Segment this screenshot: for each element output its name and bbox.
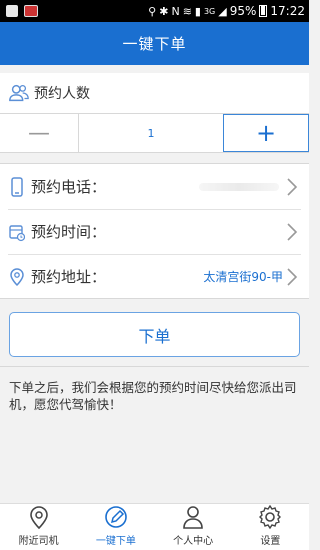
phone-icon — [11, 176, 23, 197]
location-pin-icon — [10, 267, 24, 286]
edit-icon — [105, 506, 127, 528]
booking-form: 预约电话： 预约时间： 预约地址： 太清宫街90-甲 — [0, 163, 309, 299]
address-row[interactable]: 预约地址： 太清宫街90-甲 — [0, 254, 309, 299]
app-header: 一键下单 — [0, 22, 309, 65]
status-bar-right: ⚲ ✱ N ≋ ▮ 3G ◢ 95% 17:22 — [148, 4, 309, 18]
battery-icon — [259, 5, 268, 17]
address-label: 预约地址： — [31, 268, 107, 286]
nfc-icon: N — [171, 4, 180, 18]
tab-label: 附近司机 — [18, 536, 59, 547]
tab-label: 一键下单 — [95, 536, 136, 547]
passenger-counter: — 1 + — [0, 113, 309, 153]
address-value: 太清宫街90-甲 — [203, 270, 283, 284]
app-icon — [24, 5, 38, 17]
gear-icon — [259, 504, 282, 530]
phone-value-redacted — [199, 182, 279, 191]
people-icon — [9, 84, 29, 102]
passenger-count: 1 — [147, 126, 155, 140]
location-pin-icon — [29, 506, 48, 530]
passengers-section-header: 预约人数 — [0, 73, 309, 113]
increment-button[interactable]: + — [223, 114, 309, 152]
tab-settings[interactable]: 设置 — [232, 504, 309, 550]
chevron-right-icon — [287, 177, 298, 196]
order-note: 下单之后，我们会根据您的预约时间尽快给您派出司机，愿您代驾愉快！ — [0, 366, 309, 413]
chevron-right-icon — [287, 222, 298, 241]
calendar-icon — [9, 224, 25, 241]
battery-percent: 95% — [229, 4, 257, 18]
chevron-right-icon — [287, 267, 298, 286]
battery-level — [261, 5, 266, 15]
time-row[interactable]: 预约时间： — [0, 209, 309, 254]
tab-nearby-drivers[interactable]: 附近司机 — [0, 504, 77, 550]
wifi-icon: ≋ — [182, 4, 192, 18]
tab-one-click-order[interactable]: 一键下单 — [77, 504, 154, 550]
bluetooth-icon: ✱ — [159, 4, 169, 18]
phone-row[interactable]: 预约电话： — [0, 164, 309, 209]
status-bar-left — [0, 5, 38, 17]
status-bar: ⚲ ✱ N ≋ ▮ 3G ◢ 95% 17:22 — [0, 0, 309, 22]
thumbnail-icon — [6, 5, 18, 17]
phone-label: 预约电话： — [31, 178, 107, 196]
tab-bar: 附近司机 一键下单 个人中心 设置 — [0, 503, 309, 550]
location-icon: ⚲ — [148, 4, 157, 18]
tab-label: 设置 — [260, 536, 281, 547]
decrement-button[interactable]: — — [0, 114, 79, 152]
signal-icon: ◢ — [218, 4, 227, 18]
network-type: 3G — [203, 6, 216, 16]
person-icon — [183, 506, 203, 529]
tab-profile[interactable]: 个人中心 — [155, 504, 232, 550]
passengers-label: 预约人数 — [34, 86, 90, 102]
clock: 17:22 — [270, 4, 305, 18]
time-label: 预约时间： — [31, 223, 107, 241]
sim-icon: ▮ — [194, 4, 201, 18]
tab-label: 个人中心 — [173, 536, 214, 547]
place-order-button[interactable]: 下单 — [9, 312, 300, 357]
page-title: 一键下单 — [122, 35, 187, 53]
